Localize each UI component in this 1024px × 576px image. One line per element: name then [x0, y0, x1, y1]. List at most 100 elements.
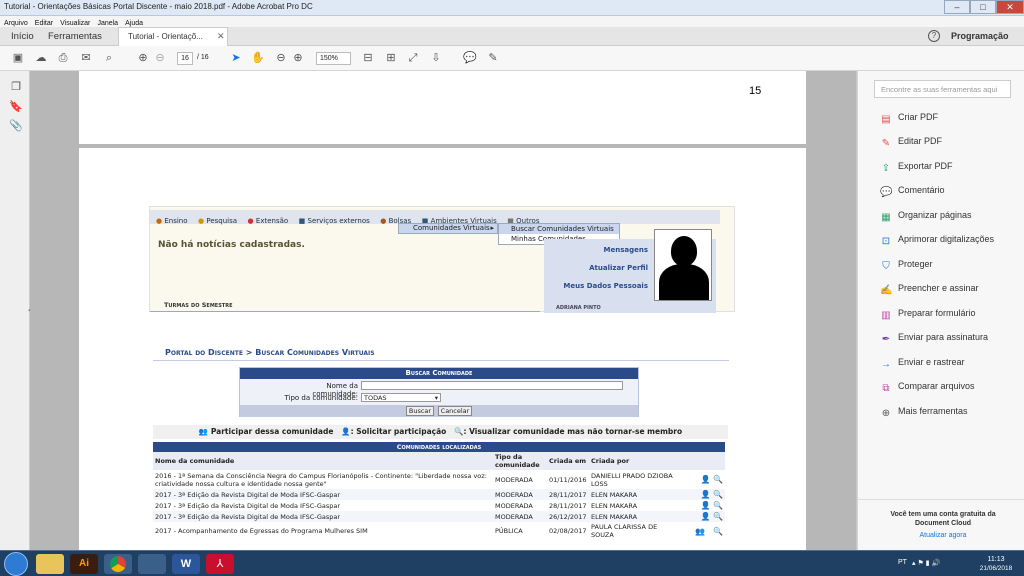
row-date: 01/11/2016	[549, 475, 587, 484]
print-icon[interactable]: ⎙	[56, 51, 70, 65]
table-row: 2017 - 3ª Edição da Revista Digital de M…	[153, 489, 725, 500]
menu-janela[interactable]: Janela	[97, 20, 118, 27]
menu-servicos-externos[interactable]: ■ Serviços externos	[299, 217, 370, 225]
page-view-icon[interactable]: ⊞	[384, 51, 398, 65]
messages-link[interactable]: Mensagens	[562, 241, 649, 259]
tool-enviar-assinatura[interactable]: ✒ Enviar para assinatura	[880, 332, 988, 346]
zoom-select[interactable]: 150%	[316, 52, 351, 65]
minimize-button[interactable]: –	[944, 0, 970, 14]
hand-tool-icon[interactable]: ✋	[251, 51, 265, 65]
request-icon[interactable]: 👤	[701, 490, 711, 499]
full-screen-icon[interactable]: ⤢	[406, 51, 420, 65]
email-icon[interactable]: ✉	[79, 51, 93, 65]
language-indicator[interactable]: PT	[898, 559, 907, 566]
view-icon[interactable]: 🔍	[713, 501, 723, 510]
pages-thumbnail-icon[interactable]: ❐	[9, 80, 23, 94]
fit-page-icon[interactable]: ⊟	[361, 51, 375, 65]
row-type: MODERADA	[495, 512, 533, 521]
start-button[interactable]	[4, 552, 28, 576]
chrome-taskbar-icon[interactable]	[104, 554, 132, 574]
prepare-form-icon: ▥	[881, 310, 891, 321]
pen-icon[interactable]: ✎	[486, 51, 500, 65]
zoom-in-icon[interactable]: ⊕	[291, 51, 305, 65]
tool-preparar-formulario[interactable]: ▥ Preparar formulário	[880, 308, 975, 322]
select-cursor-icon[interactable]: ➤	[229, 51, 243, 65]
tool-exportar-pdf[interactable]: ⇪ Exportar PDF	[880, 161, 953, 175]
menu-ajuda[interactable]: Ajuda	[125, 20, 143, 27]
menu-editar[interactable]: Editar	[35, 20, 53, 27]
request-icon[interactable]: 👤	[701, 501, 711, 510]
upgrade-link[interactable]: Atualizar agora	[878, 532, 1008, 539]
community-name-input[interactable]	[361, 381, 623, 390]
tool-organizar-paginas[interactable]: ▦ Organizar páginas	[880, 210, 971, 224]
tool-proteger[interactable]: ⛉ Proteger	[880, 259, 932, 273]
close-tab-icon[interactable]: ✕	[217, 31, 225, 42]
tool-criar-pdf[interactable]: ▤ Criar PDF	[880, 112, 938, 126]
app-taskbar-icon[interactable]	[138, 554, 166, 574]
row-name: 2017 - 3ª Edição da Revista Digital de M…	[155, 512, 341, 521]
view-icon[interactable]: 🔍	[713, 475, 723, 484]
clock-date[interactable]: 21/06/2018	[975, 565, 1017, 572]
tool-comparar-arquivos[interactable]: ⧉ Comparar arquivos	[880, 381, 974, 395]
menu-extensao[interactable]: ● Extensão	[248, 217, 289, 225]
news-message: Não há notícias cadastradas.	[158, 240, 305, 250]
search-icon[interactable]: ⌕	[102, 51, 116, 65]
illustrator-taskbar-icon[interactable]: Ai	[70, 554, 98, 574]
clock-time[interactable]: 11:13	[981, 556, 1011, 563]
tools-search-input[interactable]: Encontre as suas ferramentas aqui	[874, 80, 1011, 98]
help-circle-icon[interactable]: ?	[928, 30, 940, 42]
col-author: Criada por	[591, 457, 630, 465]
row-type: MODERADA	[495, 475, 533, 484]
submenu-comunidades-virtuais[interactable]: Comunidades Virtuais ▸	[398, 223, 498, 234]
tray-icons[interactable]: ▴ ⚑ ▮ 🔊	[912, 559, 940, 567]
account-menu[interactable]: Programação	[951, 31, 1009, 41]
view-icon[interactable]: 🔍	[713, 527, 723, 536]
attachment-icon[interactable]: 📎	[9, 119, 23, 133]
update-profile-link[interactable]: Atualizar Perfil	[562, 259, 648, 277]
tab-document[interactable]: Tutorial - Orientaçõ... ✕	[118, 27, 228, 46]
tool-editar-pdf[interactable]: ✎ Editar PDF	[880, 136, 942, 150]
page-up-icon[interactable]: ⊕	[136, 51, 150, 65]
request-icon[interactable]: 👤	[701, 475, 711, 484]
legend-view: : Visualizar comunidade mas não tornar-s…	[463, 427, 683, 436]
page-number-input[interactable]: 16	[177, 52, 193, 65]
results-table: Nome da comunidade Tipo da comunidade Cr…	[153, 452, 725, 540]
buscar-comunidades-item[interactable]: Buscar Comunidades Virtuais	[499, 224, 619, 234]
menu-ensino[interactable]: ● Ensino	[156, 217, 188, 225]
participate-icon[interactable]: 👥	[695, 527, 705, 536]
tab-home[interactable]: Início	[11, 31, 34, 42]
buscar-button[interactable]: Buscar	[406, 406, 434, 416]
tool-preencher-assinar[interactable]: ✍ Preencher e assinar	[880, 283, 979, 297]
page-down-icon[interactable]: ⊖	[153, 51, 167, 65]
personal-data-link[interactable]: Meus Dados Pessoais	[562, 277, 648, 295]
zoom-out-icon[interactable]: ⊖	[274, 51, 288, 65]
save-icon[interactable]: ▣	[11, 51, 25, 65]
menu-visualizar[interactable]: Visualizar	[60, 20, 90, 27]
comment-icon[interactable]: 💬	[463, 51, 477, 65]
scroll-mode-icon[interactable]: ⇩	[429, 51, 443, 65]
maximize-button[interactable]: □	[970, 0, 996, 14]
close-button[interactable]: ✕	[996, 0, 1024, 14]
community-type-select[interactable]: TODAS ▾	[361, 393, 441, 402]
tool-aprimorar-digitalizacoes[interactable]: ⊡ Aprimorar digitalizações	[880, 234, 994, 248]
menu-arquivo[interactable]: Arquivo	[4, 20, 28, 27]
word-taskbar-icon[interactable]: W	[172, 554, 200, 574]
row-author: ELEN MAKARA	[591, 501, 638, 510]
tool-mais-ferramentas[interactable]: ⊕ Mais ferramentas	[880, 406, 968, 420]
tab-tools[interactable]: Ferramentas	[48, 31, 102, 42]
bookmark-icon[interactable]: 🔖	[9, 100, 23, 114]
page-number-label: 15	[749, 85, 762, 97]
tool-enviar-rastrear[interactable]: → Enviar e rastrear	[880, 357, 965, 371]
acrobat-taskbar-icon[interactable]: ⅄	[206, 554, 234, 574]
request-icon[interactable]: 👤	[701, 512, 711, 521]
view-icon[interactable]: 🔍	[713, 490, 723, 499]
pdf-page-current: ● Ensino ● Pesquisa ● Extensão ■ Serviço…	[79, 148, 806, 550]
view-icon[interactable]: 🔍	[713, 512, 723, 521]
cloud-upload-icon[interactable]: ☁	[34, 51, 48, 65]
tool-comentario[interactable]: 💬 Comentário	[880, 185, 945, 199]
explorer-taskbar-icon[interactable]	[36, 554, 64, 574]
menu-pesquisa[interactable]: ● Pesquisa	[198, 217, 237, 225]
page-total: / 16	[197, 54, 209, 61]
cancelar-button[interactable]: Cancelar	[438, 406, 472, 416]
row-author: PAULA CLARISSA DE SOUZA	[591, 523, 658, 539]
